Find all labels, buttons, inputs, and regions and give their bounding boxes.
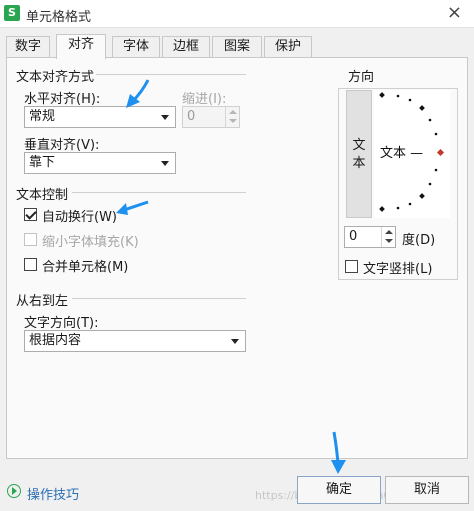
annotation-arrow <box>123 200 149 212</box>
ok-button[interactable]: 确定 <box>297 476 381 504</box>
annotation-arrows <box>116 79 346 474</box>
annotation-arrow <box>332 431 340 465</box>
annotation-arrowhead <box>116 203 128 215</box>
annotation-arrowhead <box>331 460 346 474</box>
help-tips-link[interactable]: 操作技巧 <box>27 484 79 503</box>
tab-alignment[interactable]: 对齐 <box>56 34 106 59</box>
cancel-button[interactable]: 取消 <box>385 476 469 504</box>
play-circle-icon[interactable] <box>7 484 21 498</box>
